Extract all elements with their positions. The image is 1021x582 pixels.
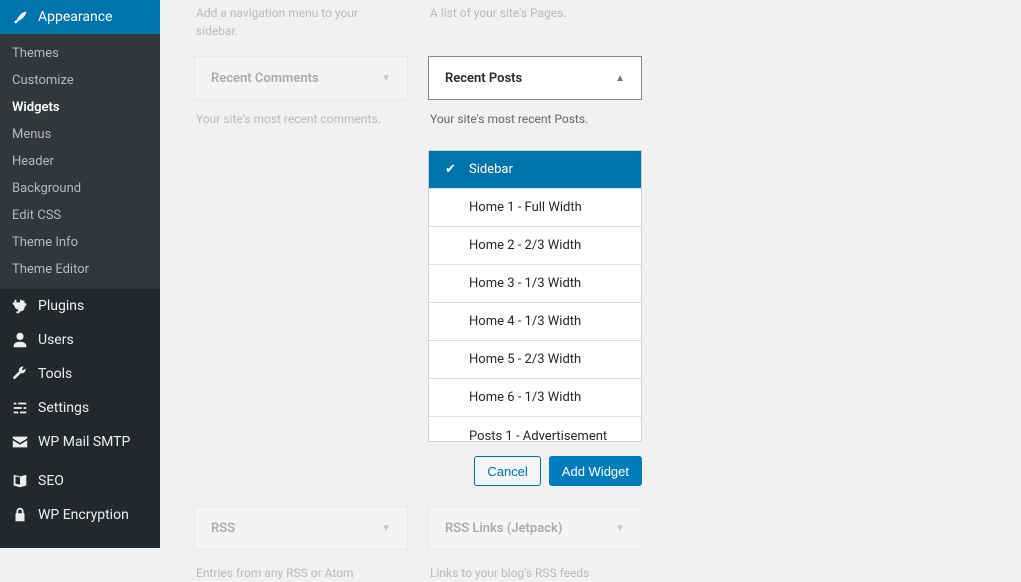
sidebar-item-label: WP Mail SMTP	[38, 434, 130, 450]
sidebar-item-label: WP Encryption	[38, 507, 129, 523]
lock-icon	[10, 505, 30, 525]
widget-recent-comments[interactable]: Recent Comments ▼	[194, 56, 408, 100]
sidebar-item-wp-encryption[interactable]: WP Encryption	[0, 498, 160, 532]
area-item[interactable]: Home 6 - 1/3 Width	[429, 379, 641, 417]
sidebar-item-plugins[interactable]: Plugins	[0, 289, 160, 323]
sub-item-customize[interactable]: Customize	[0, 67, 160, 94]
widgets-content: Add a navigation menu to your sidebar. A…	[160, 0, 1021, 548]
check-icon: ✔	[445, 162, 459, 177]
widget-rss[interactable]: RSS ▼	[194, 506, 408, 550]
add-widget-button[interactable]: Add Widget	[549, 456, 642, 486]
widget-desc: Your site's most recent comments.	[194, 100, 408, 128]
sliders-icon	[10, 398, 30, 418]
chevron-up-icon: ▲	[615, 73, 625, 84]
widget-rss-links[interactable]: RSS Links (Jetpack) ▼	[428, 506, 642, 550]
area-label: Home 2 - 2/3 Width	[469, 238, 581, 253]
widget-area-chooser: ✔ Sidebar Home 1 - Full Width Home 2 - 2…	[428, 150, 642, 442]
sidebar-item-tools[interactable]: Tools	[0, 357, 160, 391]
widget-area-scroll[interactable]: ✔ Sidebar Home 1 - Full Width Home 2 - 2…	[429, 151, 641, 441]
wrench-icon	[10, 364, 30, 384]
seo-icon	[10, 471, 30, 491]
sidebar-item-seo[interactable]: SEO	[0, 464, 160, 498]
area-label: Home 1 - Full Width	[469, 200, 582, 215]
sub-item-theme-info[interactable]: Theme Info	[0, 229, 160, 256]
sidebar-item-label: Plugins	[38, 298, 84, 314]
area-label: Posts 1 - Advertisement	[469, 429, 607, 442]
widget-recent-posts[interactable]: Recent Posts ▲	[428, 56, 642, 100]
sidebar-item-settings[interactable]: Settings	[0, 391, 160, 425]
area-item-sidebar[interactable]: ✔ Sidebar	[429, 151, 641, 189]
widget-title: RSS	[211, 521, 235, 536]
sidebar-item-label: Tools	[38, 366, 72, 382]
cancel-button[interactable]: Cancel	[474, 456, 540, 486]
sub-item-header[interactable]: Header	[0, 148, 160, 175]
sidebar-item-label: SEO	[38, 473, 64, 489]
sidebar-item-wp-mail-smtp[interactable]: WP Mail SMTP	[0, 425, 160, 459]
appearance-submenu: Themes Customize Widgets Menus Header Ba…	[0, 34, 160, 289]
chevron-down-icon: ▼	[381, 523, 391, 534]
widget-desc: Links to your blog's RSS feeds	[428, 550, 642, 582]
plug-icon	[10, 296, 30, 316]
widget-title: Recent Comments	[211, 71, 319, 86]
sub-item-themes[interactable]: Themes	[0, 40, 160, 67]
widget-desc: Your site's most recent Posts.	[428, 100, 642, 128]
mail-icon	[10, 432, 30, 452]
area-item[interactable]: Home 5 - 2/3 Width	[429, 341, 641, 379]
sub-item-menus[interactable]: Menus	[0, 121, 160, 148]
sidebar-item-label: Appearance	[38, 9, 112, 25]
sub-item-edit-css[interactable]: Edit CSS	[0, 202, 160, 229]
sidebar-item-label: Users	[38, 332, 74, 348]
user-icon	[10, 330, 30, 350]
sidebar-item-appearance[interactable]: Appearance	[0, 0, 160, 34]
widget-title: RSS Links (Jetpack)	[445, 521, 562, 536]
area-label: Home 6 - 1/3 Width	[469, 390, 581, 405]
area-label: Sidebar	[469, 162, 513, 177]
area-item[interactable]: Home 2 - 2/3 Width	[429, 227, 641, 265]
area-item[interactable]: Home 3 - 1/3 Width	[429, 265, 641, 303]
brush-icon	[10, 7, 30, 27]
widget-title: Recent Posts	[445, 71, 522, 86]
widget-desc: Entries from any RSS or Atom	[194, 550, 408, 582]
widget-desc: A list of your site's Pages.	[428, 0, 642, 22]
sidebar-item-users[interactable]: Users	[0, 323, 160, 357]
area-item[interactable]: Posts 1 - Advertisement	[429, 417, 641, 441]
sub-item-widgets[interactable]: Widgets	[0, 94, 160, 121]
area-item[interactable]: Home 4 - 1/3 Width	[429, 303, 641, 341]
widget-desc: Add a navigation menu to your sidebar.	[194, 0, 408, 40]
area-label: Home 5 - 2/3 Width	[469, 352, 581, 367]
area-label: Home 3 - 1/3 Width	[469, 276, 581, 291]
sub-item-theme-editor[interactable]: Theme Editor	[0, 256, 160, 283]
area-item[interactable]: Home 1 - Full Width	[429, 189, 641, 227]
admin-sidebar: Appearance Themes Customize Widgets Menu…	[0, 0, 160, 548]
chevron-down-icon: ▼	[615, 523, 625, 534]
area-label: Home 4 - 1/3 Width	[469, 314, 581, 329]
chevron-down-icon: ▼	[381, 73, 391, 84]
sidebar-item-label: Settings	[38, 400, 89, 416]
sub-item-background[interactable]: Background	[0, 175, 160, 202]
